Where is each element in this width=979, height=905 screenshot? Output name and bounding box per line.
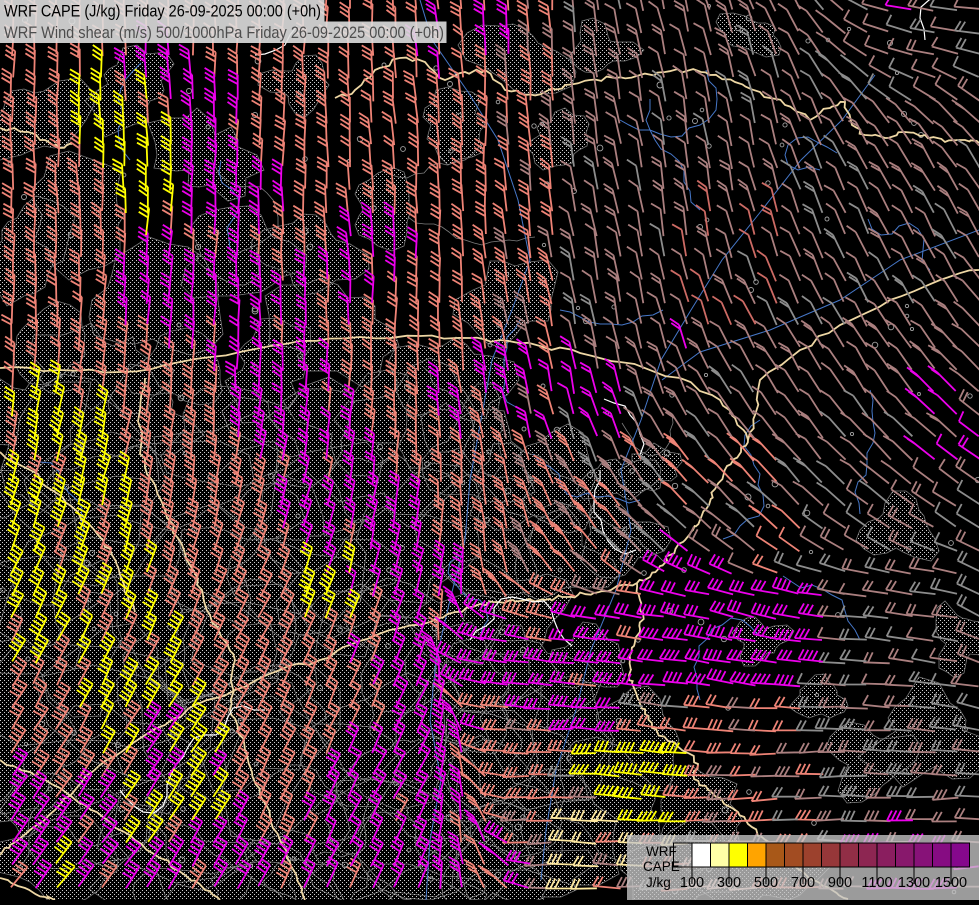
- svg-text:1100: 1100: [861, 875, 892, 891]
- svg-text:500: 500: [754, 875, 778, 891]
- svg-text:100: 100: [680, 875, 704, 891]
- svg-text:1500: 1500: [935, 875, 967, 891]
- svg-text:900: 900: [828, 875, 852, 891]
- svg-text:WRF CAPE (J/kg) Friday 26-09-2: WRF CAPE (J/kg) Friday 26-09-2025 00:00 …: [4, 2, 321, 21]
- svg-text:700: 700: [791, 875, 815, 891]
- svg-text:CAPE: CAPE: [643, 859, 680, 874]
- svg-text:WRF: WRF: [646, 844, 677, 859]
- svg-text:300: 300: [717, 875, 741, 891]
- svg-text:1300: 1300: [898, 875, 930, 891]
- svg-text:J/kg: J/kg: [646, 875, 671, 890]
- svg-text:WRF Wind shear (m/s) 500/1000h: WRF Wind shear (m/s) 500/1000hPa Friday …: [4, 23, 444, 42]
